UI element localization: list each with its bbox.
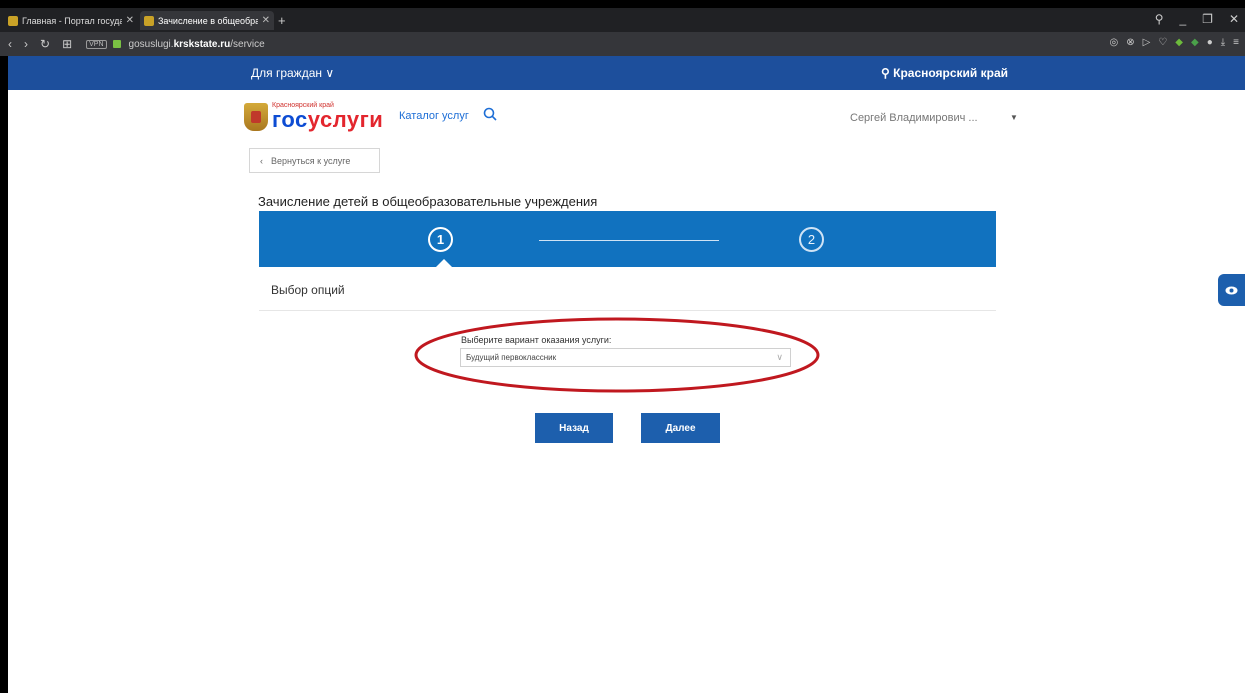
forward-arrow-icon[interactable]: › (24, 37, 28, 51)
services-catalog-link[interactable]: Каталог услуг (399, 110, 469, 122)
close-tab-icon[interactable]: ✕ (262, 15, 270, 26)
back-arrow-icon[interactable]: ‹ (8, 37, 12, 51)
browser-tab-bar: Главная - Портал государ ✕ Зачисление в … (0, 8, 1245, 32)
user-name[interactable]: Сергей Владимирович ... (850, 112, 978, 124)
gosuslugi-favicon-icon (144, 15, 154, 26)
gosuslugi-logo[interactable]: Красноярский край госуслуги (244, 102, 383, 131)
tab-title: Зачисление в общеобраз (158, 15, 258, 26)
screenshot: Главная - Портал государ ✕ Зачисление в … (0, 0, 1245, 693)
back-to-service-label: Вернуться к услуге (271, 155, 351, 166)
region-selector[interactable]: ⚲ Красноярский край (881, 66, 1008, 80)
navigation-buttons: ‹ › ↻ ⊞ (8, 37, 72, 51)
red-annotation-ellipse (414, 317, 820, 393)
step-2-indicator: 2 (799, 227, 824, 252)
extension-circle-icon[interactable]: ● (1207, 37, 1213, 48)
url-path: /service (230, 38, 265, 50)
gosuslugi-favicon-icon (8, 15, 18, 26)
minimize-button[interactable]: _ (1179, 12, 1186, 26)
menu-icon[interactable]: ≡ (1233, 37, 1239, 48)
location-pin-icon: ⚲ (881, 66, 894, 80)
section-divider (259, 310, 996, 311)
url-domain: krskstate.ru (173, 38, 231, 50)
active-step-pointer (436, 259, 452, 267)
browser-tab-enrollment[interactable]: Зачисление в общеобраз ✕ (140, 11, 274, 30)
step-1-indicator: 1 (428, 227, 456, 252)
logo-part-2: услуги (307, 107, 384, 132)
close-window-button[interactable]: ✕ (1229, 12, 1239, 26)
back-to-service-button[interactable]: ‹ Вернуться к услуге (249, 148, 380, 173)
send-icon[interactable]: ▷ (1143, 37, 1151, 48)
accessibility-eye-button[interactable] (1218, 274, 1245, 306)
page-title: Зачисление детей в общеобразовательные у… (258, 194, 598, 209)
window-controls: ⚲ _ ❐ ✕ (1155, 12, 1239, 26)
close-tab-icon[interactable]: ✕ (126, 15, 134, 26)
site-header: Красноярский край госуслуги Каталог услу… (8, 90, 1245, 146)
progress-stepper: 1 2 (259, 211, 996, 267)
back-button[interactable]: Назад (535, 413, 613, 443)
extension-shield-icon[interactable]: ◆ (1175, 37, 1183, 48)
next-button[interactable]: Далее (641, 413, 720, 443)
speed-dial-icon[interactable]: ⊞ (62, 37, 72, 51)
vpn-badge[interactable]: VPN (86, 39, 107, 49)
extension-icons: ◎ ⊗ ▷ ♡ ◆ ◆ ● ⤓ ≡ (1109, 37, 1239, 48)
eye-icon (1225, 286, 1238, 294)
reload-icon[interactable]: ↻ (40, 37, 50, 51)
krasnoyarsk-crest-icon (244, 102, 268, 131)
section-title: Выбор опций (271, 283, 345, 297)
heart-icon[interactable]: ♡ (1158, 37, 1167, 48)
browser-tab-home[interactable]: Главная - Портал государ ✕ (4, 11, 138, 30)
step-connector (539, 240, 719, 241)
download-icon[interactable]: ⤓ (1221, 37, 1225, 48)
tabs-search-icon[interactable]: ⚲ (1155, 12, 1164, 26)
camera-icon[interactable]: ◎ (1109, 37, 1118, 48)
logo-wordmark: госуслуги (272, 109, 383, 131)
lock-icon[interactable] (112, 40, 121, 48)
logo-text: Красноярский край госуслуги (272, 102, 383, 131)
url-field[interactable]: gosuslugi.krskstate.ru/service (129, 39, 265, 50)
restore-button[interactable]: ❐ (1202, 12, 1213, 26)
search-icon[interactable] (483, 107, 497, 121)
top-strip: Для граждан ∨ ⚲ Красноярский край (8, 56, 1245, 90)
for-citizens-menu[interactable]: Для граждан ∨ (251, 66, 334, 80)
address-bar: ‹ › ↻ ⊞ VPN gosuslugi.krskstate.ru/servi… (0, 32, 1245, 56)
logo-part-1: гос (272, 107, 308, 132)
url-host: gosuslugi. (128, 38, 174, 50)
block-icon[interactable]: ⊗ (1126, 37, 1134, 48)
user-menu-caret-icon[interactable]: ▼ (1010, 113, 1018, 122)
tab-title: Главная - Портал государ (22, 15, 122, 26)
new-tab-button[interactable]: + (278, 13, 286, 28)
web-page: Для граждан ∨ ⚲ Красноярский край Красно… (8, 56, 1245, 693)
extension-badge-icon[interactable]: ◆ (1191, 37, 1199, 48)
chevron-left-icon: ‹ (260, 155, 263, 166)
region-label: Красноярский край (893, 66, 1009, 80)
